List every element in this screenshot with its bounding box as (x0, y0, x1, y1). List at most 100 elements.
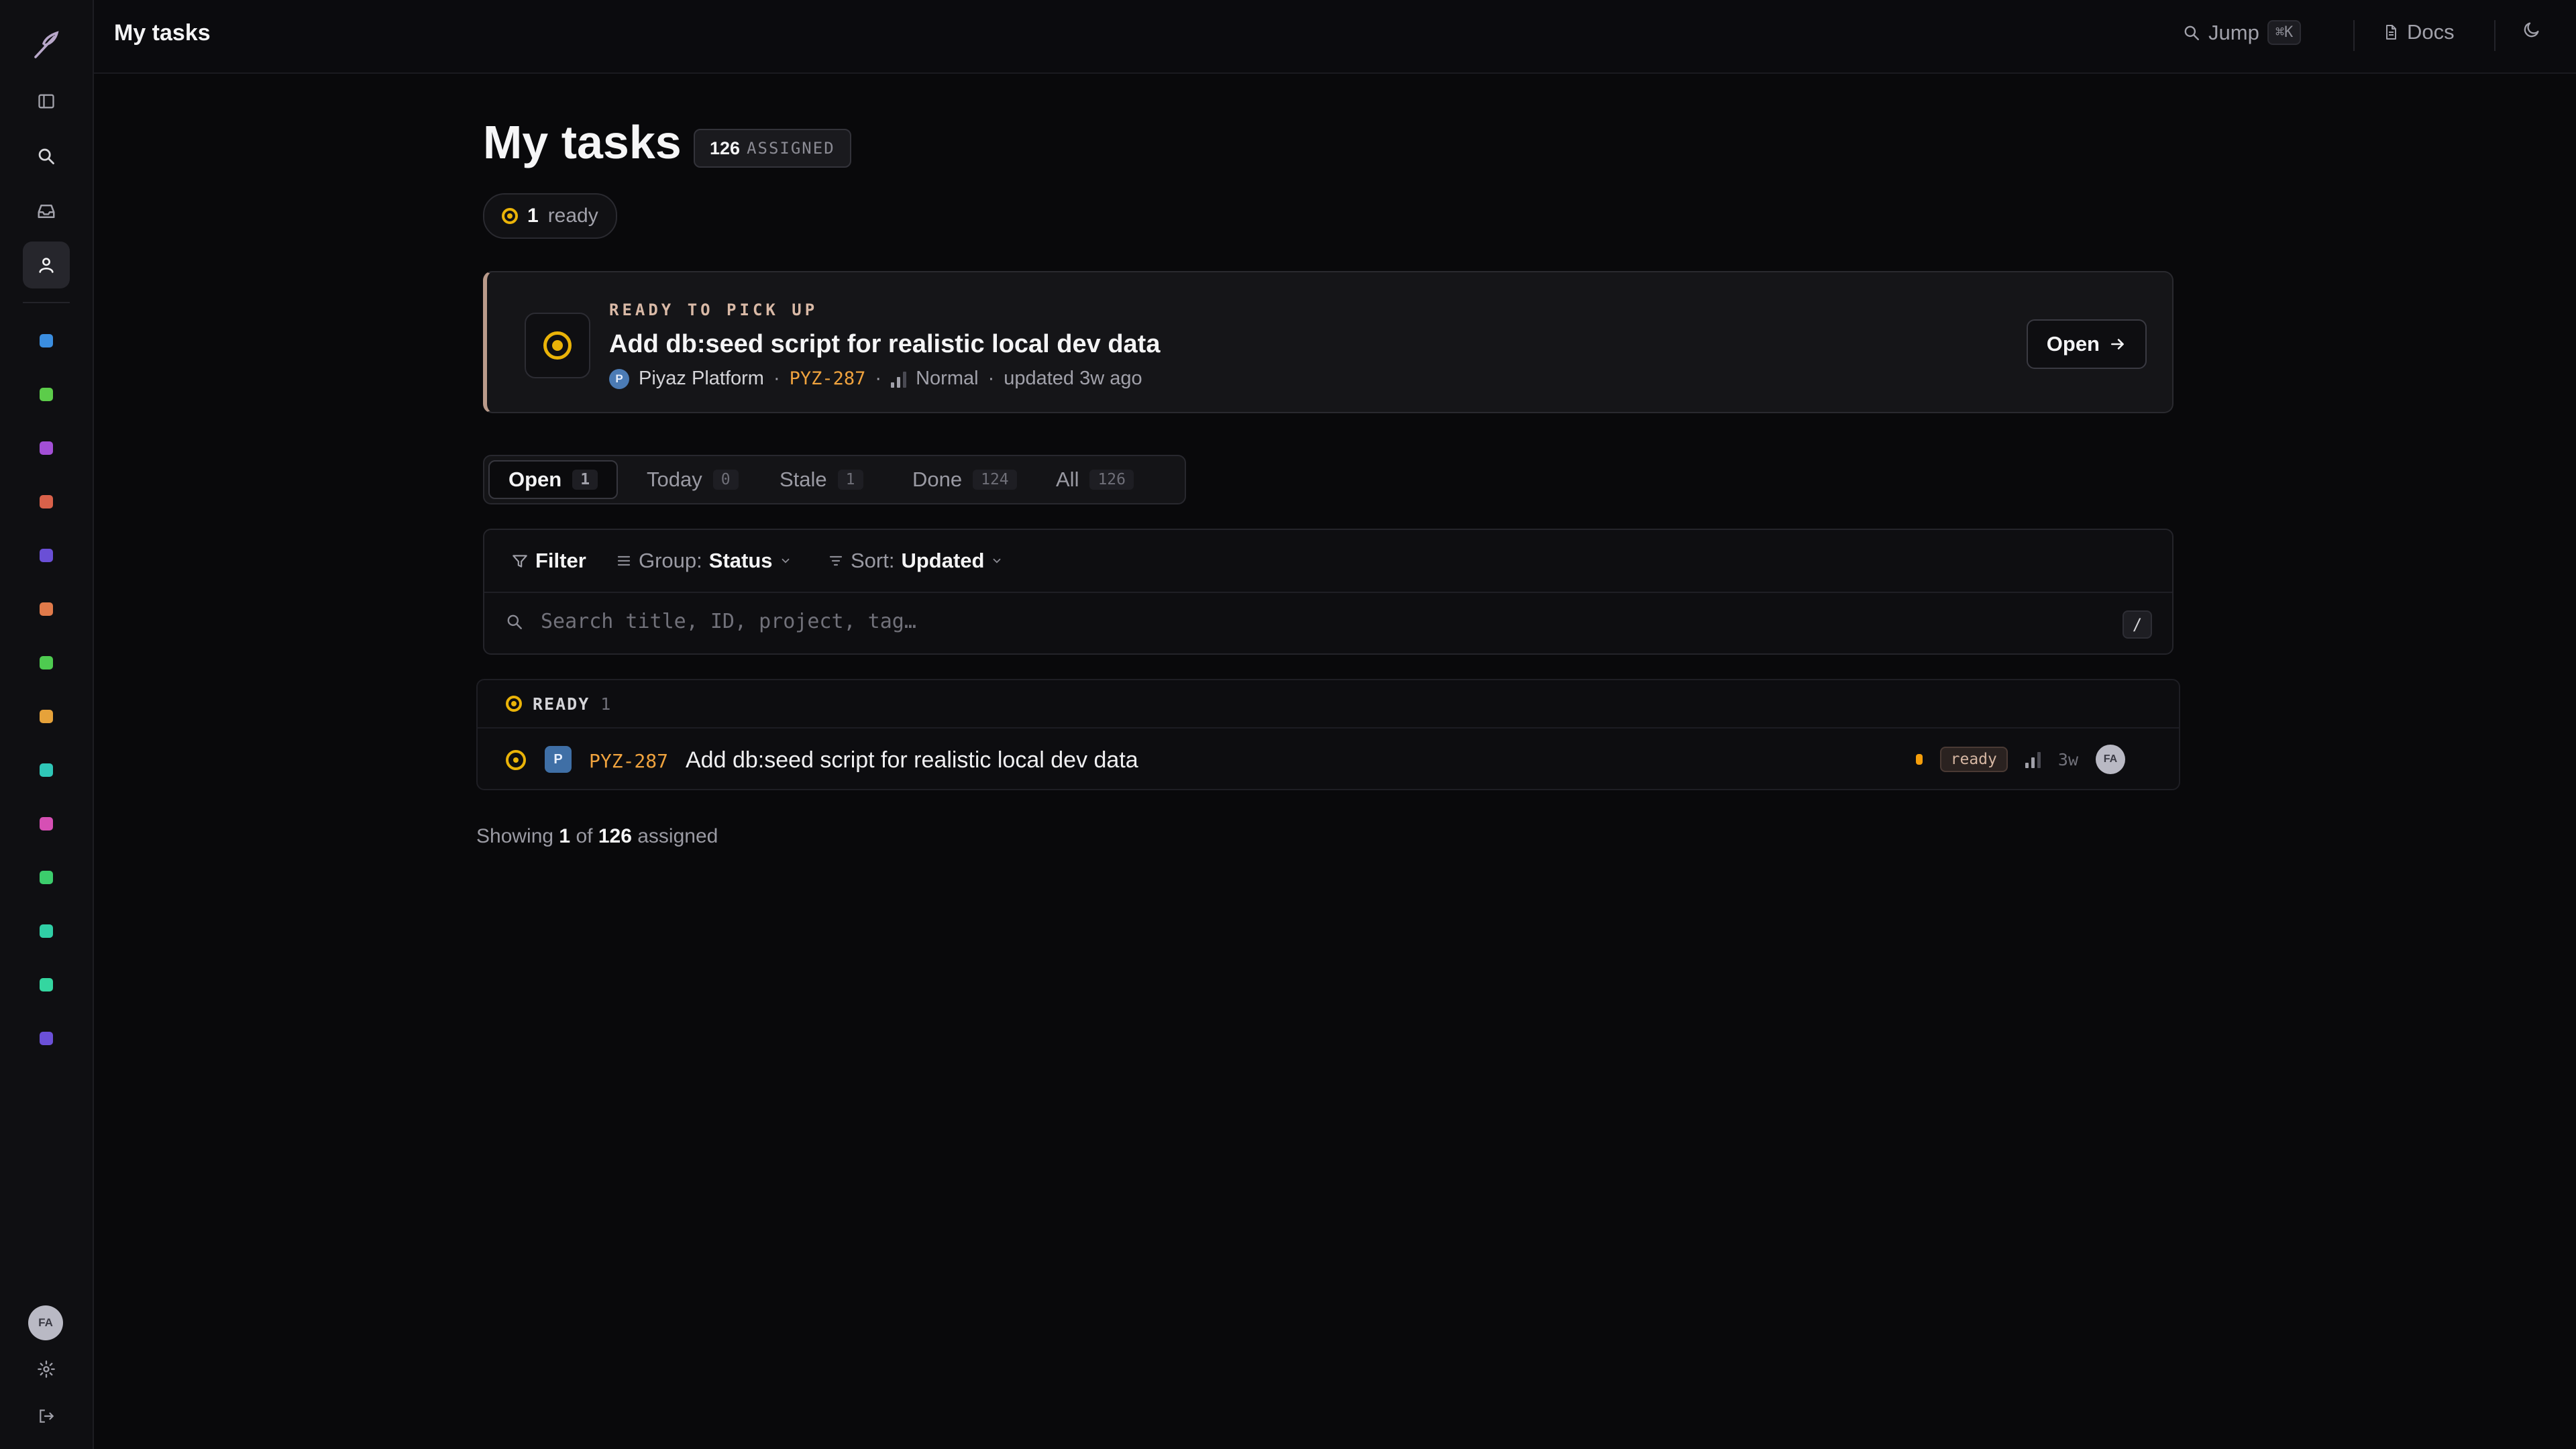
summary-prefix: Showing (476, 825, 554, 847)
sidebar-project-item[interactable] (40, 1032, 53, 1045)
ready-status-icon (525, 313, 590, 378)
priority-label: Normal (916, 368, 979, 389)
page-title: My tasks (483, 116, 682, 168)
ready-label: ready (547, 205, 598, 227)
search-input[interactable] (539, 609, 1951, 634)
priority-bars-icon (2025, 751, 2041, 768)
priority-bars-icon (891, 370, 907, 388)
app-logo-icon[interactable] (23, 21, 70, 68)
task-id: PYZ-287 (589, 750, 669, 772)
sidebar-project-item[interactable] (40, 441, 53, 455)
settings-gear-icon[interactable] (23, 1346, 70, 1393)
search-shortcut-key: / (2123, 610, 2152, 639)
table-row[interactable]: P PYZ-287 Add db:seed script for realist… (478, 730, 2179, 789)
ready-status-icon (506, 696, 522, 712)
row-meta: ready 3w FA (1915, 745, 2125, 774)
assigned-count: 126 (710, 138, 741, 158)
filter-panel: Filter Group: Status Sort: Updated / (483, 529, 2174, 655)
ready-count: 1 (527, 205, 539, 227)
topbar-title: My tasks (114, 20, 211, 46)
sort-value: Updated (901, 549, 985, 572)
tab-count: 1 (572, 470, 598, 490)
search-icon[interactable] (23, 133, 70, 180)
tab-count: 0 (712, 470, 739, 490)
docs-button[interactable]: Docs (2383, 20, 2455, 44)
sidebar-project-item[interactable] (40, 656, 53, 669)
topbar-divider (2353, 20, 2355, 51)
sidebar-project-item[interactable] (40, 549, 53, 562)
updated-label: updated 3w ago (1004, 368, 1142, 389)
sidebar-project-item[interactable] (40, 388, 53, 401)
tab-open[interactable]: Open 1 (488, 460, 619, 499)
task-id: PYZ-287 (789, 368, 866, 389)
sidebar: FA (0, 0, 94, 1449)
card-meta: P Piyaz Platform · PYZ-287 · Normal · up… (609, 368, 1142, 390)
group-name: READY (533, 694, 590, 714)
group-header[interactable]: READY 1 (478, 680, 2179, 729)
inbox-icon[interactable] (23, 188, 70, 235)
sidebar-project-item[interactable] (40, 763, 53, 777)
group-value: Status (708, 549, 773, 572)
jump-button[interactable]: Jump ⌘K (2183, 20, 2302, 45)
tab-count: 124 (973, 470, 1017, 490)
chevron-down-icon (782, 558, 789, 564)
sort-icon (829, 555, 843, 566)
tab-label: All (1056, 468, 1079, 491)
toggle-sidebar-icon[interactable] (23, 78, 70, 125)
tab-stale[interactable]: Stale 1 (761, 460, 882, 499)
status-group-ready: READY 1 P PYZ-287 Add db:seed script for… (476, 679, 2180, 790)
group-label: Group: (639, 549, 702, 572)
chevron-down-icon (994, 558, 1001, 564)
group-by-dropdown[interactable]: Group: Status (616, 549, 792, 573)
ready-summary-pill[interactable]: 1 ready (483, 193, 617, 239)
sidebar-divider (23, 302, 70, 303)
my-tasks-user-icon[interactable] (23, 241, 70, 288)
card-task-title: Add db:seed script for realistic local d… (609, 330, 1161, 358)
tab-all[interactable]: All 126 (1037, 460, 1152, 499)
docs-label: Docs (2407, 20, 2455, 44)
user-avatar[interactable]: FA (28, 1305, 63, 1340)
ready-status-icon (502, 208, 518, 224)
tab-today[interactable]: Today 0 (628, 460, 757, 499)
topbar-divider (2494, 20, 2496, 51)
document-icon (2386, 25, 2396, 40)
filter-toolbar: Filter Group: Status Sort: Updated (484, 530, 2172, 593)
sidebar-project-item[interactable] (40, 602, 53, 616)
total-count: 126 (598, 825, 632, 847)
theme-toggle-button[interactable] (2522, 20, 2541, 39)
sidebar-project-item[interactable] (40, 924, 53, 938)
sort-label: Sort: (851, 549, 895, 572)
shown-count: 1 (559, 825, 571, 847)
separator: · (875, 368, 882, 389)
sign-out-icon[interactable] (23, 1393, 70, 1440)
assigned-count-badge: 126 ASSIGNED (694, 129, 851, 168)
tab-done[interactable]: Done 124 (894, 460, 1036, 499)
task-tabs: Open 1 Today 0 Stale 1 Done 124 All 126 (483, 455, 1186, 504)
sidebar-project-item[interactable] (40, 710, 53, 723)
separator: · (987, 368, 995, 389)
tab-label: Done (912, 468, 963, 491)
assigned-label: ASSIGNED (747, 139, 835, 158)
sidebar-project-item[interactable] (40, 978, 53, 991)
sort-dropdown[interactable]: Sort: Updated (828, 549, 1003, 573)
tab-count: 1 (837, 470, 863, 490)
ready-status-icon (506, 750, 526, 770)
sidebar-project-item[interactable] (40, 871, 53, 884)
moon-icon (2524, 22, 2539, 38)
status-dot-icon (1915, 754, 1923, 765)
status-tag: ready (1939, 747, 2008, 772)
sidebar-project-item[interactable] (40, 817, 53, 830)
open-task-button[interactable]: Open (2026, 319, 2147, 369)
search-icon (2184, 25, 2199, 40)
filter-button[interactable]: Filter (511, 549, 586, 573)
summary-suffix: assigned (637, 825, 718, 847)
group-count: 1 (600, 694, 612, 714)
sidebar-project-item[interactable] (40, 334, 53, 347)
top-bar: My tasks Jump ⌘K Docs (94, 0, 2576, 74)
tab-label: Stale (780, 468, 827, 491)
ready-to-pick-up-card[interactable]: READY TO PICK UP Add db:seed script for … (483, 271, 2174, 413)
sidebar-project-item[interactable] (40, 495, 53, 508)
tab-count: 126 (1089, 470, 1134, 490)
search-icon (507, 614, 522, 629)
open-label: Open (2046, 332, 2100, 356)
